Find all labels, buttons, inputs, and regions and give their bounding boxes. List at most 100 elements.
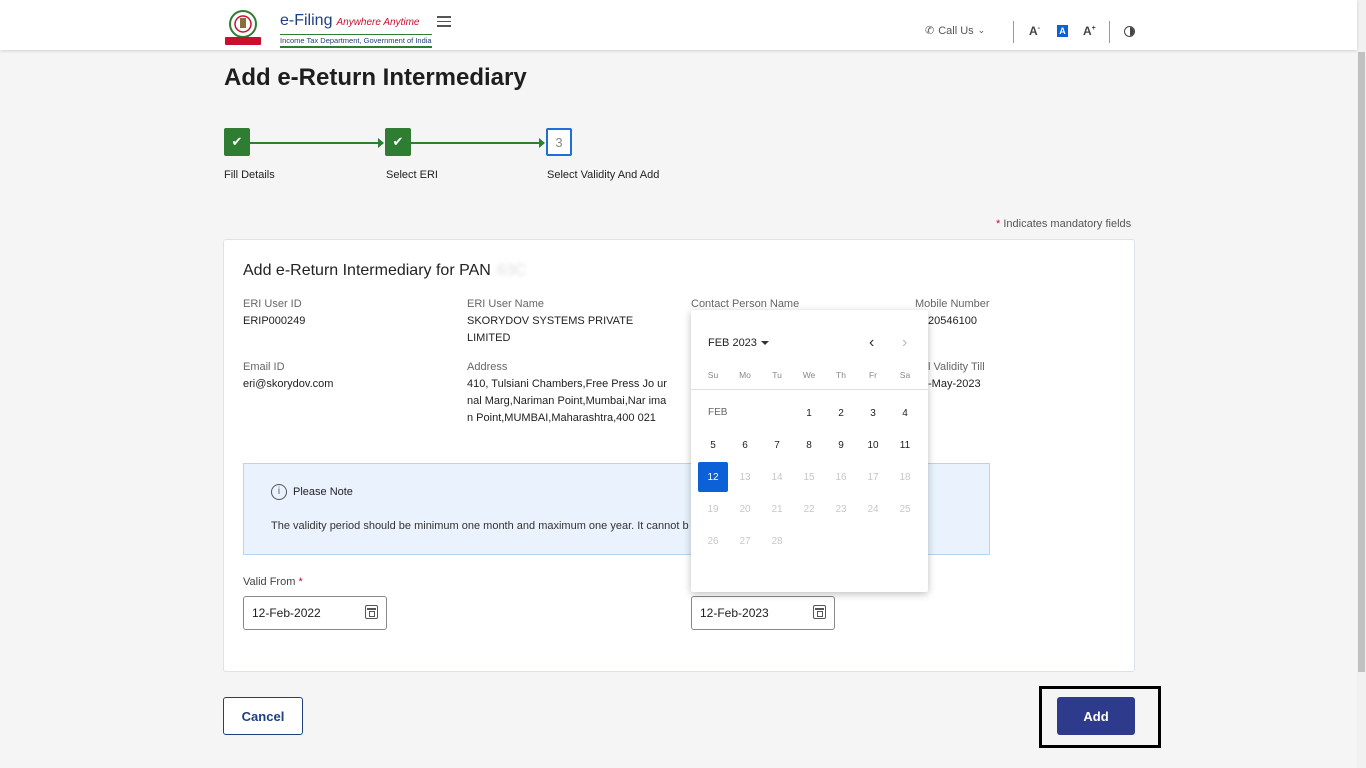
day-cell[interactable]: 3 [857,397,889,429]
day-cell[interactable]: 11 [889,429,921,461]
chevron-down-icon: ⌄ [977,25,986,35]
day-cell[interactable]: 1 [793,397,825,429]
step-1-check-icon: ✔ [224,128,250,156]
mobile-number-label: Mobile Number [915,298,990,310]
brand-tagline: Anywhere Anytime [336,17,420,28]
calendar-icon[interactable] [813,605,826,619]
call-us-dropdown[interactable]: ✆ Call Us ⌄ [925,24,986,38]
logo-text[interactable]: e-Filing Anywhere Anytime Income Tax Depa… [280,12,432,48]
month-year-selector[interactable]: FEB 2023 [708,337,769,349]
day-cell: 27 [739,535,751,547]
day-cell: 28 [771,535,783,547]
day-cell[interactable]: 5 [697,429,729,461]
scrollbar-thumb[interactable] [1358,52,1365,672]
note-text: The validity period should be minimum on… [271,520,689,532]
step-2-label: Select ERI [386,169,438,181]
eri-user-id-label: ERI User ID [243,298,302,310]
day-cell: 25 [899,503,911,515]
step-3-label: Select Validity And Add [547,169,660,181]
eri-user-name-label: ERI User Name [467,298,545,310]
validity-till-label: l Validity Till [928,361,985,373]
day-cell[interactable]: 10 [857,429,889,461]
mandatory-note: * Indicates mandatory fields [996,218,1131,230]
day-cell[interactable]: 9 [825,429,857,461]
day-cell: 13 [739,471,751,483]
day-cell[interactable]: 2 [825,397,857,429]
weekday-label: Sa [899,370,911,380]
info-icon: i [271,484,287,500]
valid-to-input[interactable]: 12-Feb-2023 [691,596,835,630]
day-cell: 17 [867,471,879,483]
next-month-button[interactable]: › [902,334,907,352]
day-cell: 22 [803,503,815,515]
header-divider [1109,21,1110,43]
caret-down-icon [760,341,769,345]
note-heading: i Please Note [271,484,353,500]
card-title-text: Add e-Return Intermediary for PAN [243,262,491,279]
valid-from-value: 12-Feb-2022 [252,606,321,620]
email-id-value: eri@skorydov.com [243,378,334,390]
mobile-number-value: 20546100 [928,315,977,327]
day-cell: 14 [771,471,783,483]
step-1-label: Fill Details [224,169,275,181]
cancel-button[interactable]: Cancel [223,697,303,735]
step-3-number: 3 [546,128,572,156]
weekday-label: Th [836,370,846,380]
datepicker-popup: FEB 2023 ‹ › Su Mo Tu We Th Fr Sa 1 2 3 4 5 6 7 8 9 10 1… [691,310,928,592]
eri-user-name-value: SKORYDOV SYSTEMS PRIVATE LIMITED [467,315,634,344]
weekday-header-row: Su Mo Tu We Th Fr Sa [697,370,921,380]
current-period: FEB 2023 [708,337,757,349]
month-row-label: FEB [708,407,728,418]
brand-department: Income Tax Department, Government of Ind… [280,34,432,48]
validity-till-value: -May-2023 [928,378,981,390]
mandatory-star: * [996,218,1001,230]
phone-icon: ✆ [925,25,935,37]
step-2-check-icon: ✔ [385,128,411,156]
eri-user-id-value: ERIP000249 [243,315,306,327]
weekday-label: Mo [739,370,751,380]
weekday-label: Su [707,370,719,380]
valid-from-input[interactable]: 12-Feb-2022 [243,596,387,630]
day-cell: 15 [803,471,815,483]
day-cell: 19 [707,503,719,515]
site-header: e-Filing Anywhere Anytime Income Tax Depa… [0,0,1357,50]
add-button[interactable]: Add [1057,697,1135,735]
card-title: Add e-Return Intermediary for PAN 63C [243,262,526,280]
emblem-logo[interactable] [223,9,263,47]
day-cell: 18 [899,471,911,483]
day-cell[interactable]: 7 [761,429,793,461]
font-decrease-button[interactable]: A- [1029,24,1040,38]
step-connector [250,142,380,144]
brand-name: e-Filing [280,12,333,29]
step-connector [411,142,540,144]
valid-from-label: Valid From * [243,576,303,588]
contact-person-label: Contact Person Name [691,298,800,310]
contrast-toggle-icon[interactable] [1124,26,1135,37]
empty-day-cell [761,397,793,429]
weekday-label: We [802,370,816,380]
font-normal-button[interactable]: A [1057,25,1068,37]
font-decrease-label: A [1029,24,1038,38]
day-cell[interactable]: 4 [889,397,921,429]
address-label: Address [467,361,508,373]
previous-month-button[interactable]: ‹ [869,334,874,352]
day-grid: 1 2 3 4 5 6 7 8 9 10 11 12 13 14 15 16 17 18 19 20 21 22 23 24 2… [697,397,921,557]
step-arrow-icon [539,138,545,148]
calendar-icon[interactable] [365,605,378,619]
font-increase-button[interactable]: A+ [1083,24,1096,38]
page-scrollbar[interactable] [1357,0,1366,768]
valid-from-label-text: Valid From [243,576,296,588]
empty-day-cell [729,397,761,429]
hamburger-menu-icon[interactable] [437,16,451,28]
day-cell[interactable]: 8 [793,429,825,461]
email-id-label: Email ID [243,361,285,373]
mandatory-note-text: Indicates mandatory fields [1003,218,1132,230]
required-star: * [298,576,303,588]
day-cell: 21 [771,503,783,515]
selected-day-cell[interactable]: 12 [697,461,729,493]
note-heading-text: Please Note [293,486,353,498]
address-value: 410, Tulsiani Chambers,Free Press Jo urn… [467,378,667,424]
day-cell[interactable]: 6 [729,429,761,461]
day-cell: 16 [835,471,847,483]
weekday-label: Fr [868,370,878,380]
